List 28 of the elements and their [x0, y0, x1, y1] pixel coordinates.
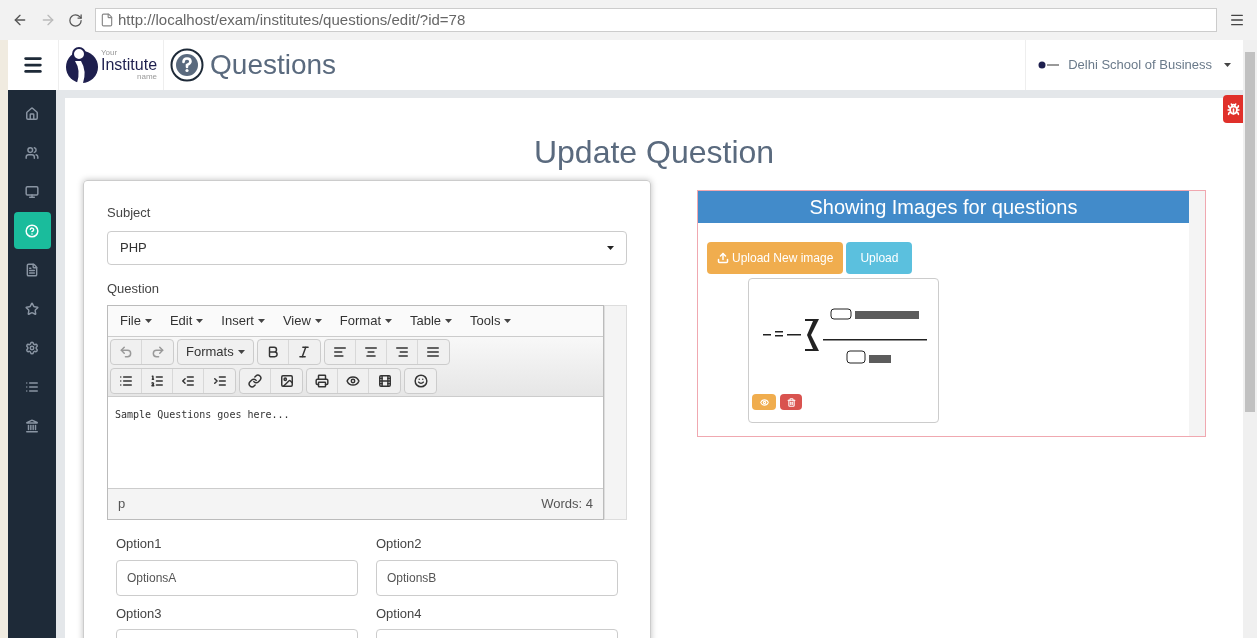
editor-menu-item[interactable]: Tools [462, 311, 520, 331]
subject-select[interactable]: PHP [107, 230, 627, 265]
field-label: Question [107, 279, 161, 298]
logo-text: Your [101, 49, 119, 57]
option-field[interactable]: OptionsB [376, 559, 618, 596]
option-field[interactable]: OptionsA [116, 559, 358, 596]
field-label: Option3 [116, 604, 163, 623]
editor-menu-item[interactable]: Format [331, 311, 400, 331]
field-label: Subject [107, 204, 152, 222]
editor-area[interactable]: Sample Questions goes here... [108, 397, 603, 489]
logo-text: Institute [101, 57, 158, 73]
field-label: Option4 [376, 604, 423, 623]
formats-dropdown[interactable]: Formats [177, 339, 254, 365]
page-heading: Questions [210, 48, 337, 82]
editor-menu-item[interactable]: Insert [213, 311, 273, 331]
editor-menu-item[interactable]: View [274, 311, 330, 331]
panel-header: Showing Images for questions [698, 191, 1189, 223]
word-count: Words: 4 [541, 495, 593, 514]
element-path: p [118, 495, 126, 514]
editor-menu-item[interactable]: Table [402, 311, 461, 331]
address-bar[interactable]: http://localhost/exam/institutes/questions/edit/?id=78 [95, 8, 1217, 32]
field-label: Option2 [376, 535, 423, 553]
editor-menu-item[interactable]: Edit [161, 311, 212, 331]
logo-text: name [137, 73, 158, 81]
form-title: Update Question [532, 133, 776, 172]
field-label: Option1 [116, 535, 163, 553]
url-text: http://localhost/exam/institutes/questions/edit/?id=78 [118, 9, 466, 30]
editor-menu-item[interactable]: File [112, 311, 160, 331]
